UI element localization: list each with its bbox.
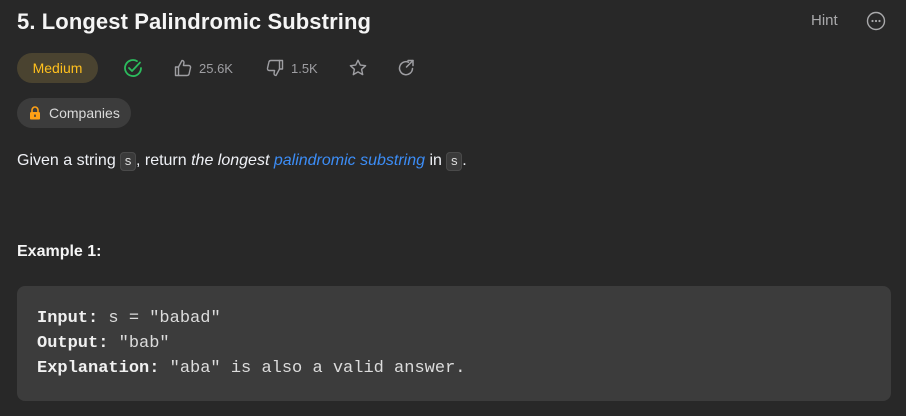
- difficulty-badge: Medium: [17, 53, 98, 83]
- solved-indicator: [122, 57, 144, 79]
- desc-emphasis: the longest: [191, 152, 270, 169]
- desc-text-2: , return: [135, 152, 192, 169]
- example-input-line: Input: s = "babad": [37, 306, 871, 331]
- output-label: Output:: [37, 334, 109, 353]
- desc-text-1: Given a string: [17, 152, 121, 169]
- example-explanation-line: Explanation: "aba" is also a valid answe…: [37, 356, 871, 381]
- hint-button[interactable]: Hint: [811, 12, 838, 29]
- desc-text-end: .: [462, 152, 467, 169]
- explanation-label: Explanation:: [37, 359, 160, 378]
- desc-text-3: in: [425, 152, 447, 169]
- likes-count: 25.6K: [199, 60, 233, 76]
- companies-label: Companies: [49, 105, 120, 121]
- problem-description: Given a string s, return the longest pal…: [17, 150, 467, 173]
- share-button[interactable]: [396, 58, 416, 78]
- problem-title: 5. Longest Palindromic Substring: [17, 9, 372, 34]
- thumbs-down-icon: [266, 59, 284, 77]
- example-output-line: Output: "bab": [37, 331, 871, 356]
- share-icon: [398, 59, 414, 76]
- like-button[interactable]: 25.6K: [173, 58, 233, 78]
- output-value: "bab": [118, 334, 170, 353]
- example-block: Input: s = "babad" Output: "bab" Explana…: [17, 286, 891, 401]
- variable-s-2: s: [446, 152, 463, 171]
- dislikes-count: 1.5K: [290, 60, 318, 76]
- thumbs-up-icon: [174, 59, 192, 77]
- more-icon: [866, 11, 886, 31]
- input-label: Input:: [37, 309, 99, 328]
- variable-s: s: [120, 152, 136, 171]
- dislike-button[interactable]: 1.5K: [265, 58, 318, 78]
- input-value: s = "babad": [108, 309, 221, 328]
- lock-icon: [30, 106, 40, 120]
- palindromic-substring-link[interactable]: palindromic substring: [274, 152, 425, 169]
- more-button[interactable]: [866, 11, 886, 31]
- favorite-button[interactable]: [348, 58, 368, 78]
- problem-meta-row: Medium 25.6K 1.5K: [17, 53, 416, 83]
- star-icon: [349, 59, 367, 76]
- companies-button[interactable]: Companies: [17, 98, 131, 128]
- check-circle-icon: [124, 59, 142, 77]
- example-heading: Example 1:: [17, 243, 102, 260]
- explanation-value: "aba" is also a valid answer.: [169, 359, 466, 378]
